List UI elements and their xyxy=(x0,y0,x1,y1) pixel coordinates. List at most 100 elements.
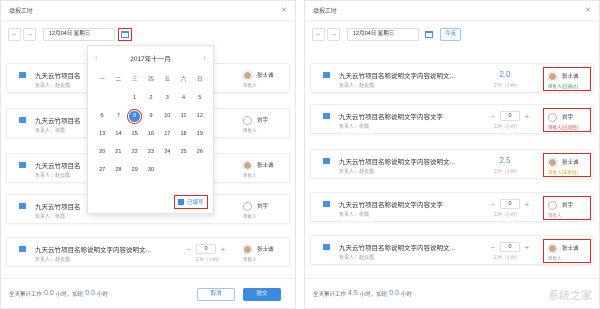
plus-button[interactable]: + xyxy=(523,200,531,209)
next-day-button[interactable]: → xyxy=(327,27,340,41)
minus-button[interactable]: − xyxy=(489,243,497,252)
calendar-day-label: 14 xyxy=(115,131,122,137)
minus-button[interactable]: − xyxy=(489,200,497,209)
calendar-day[interactable]: 22 xyxy=(127,146,143,159)
arrow-right-icon: → xyxy=(26,30,33,38)
task-title: 九天云竹项目名称说明文字内容说明文... xyxy=(339,73,455,80)
dialog-header: 填报工时 × xyxy=(1,1,295,21)
calendar-day[interactable]: 9 xyxy=(143,110,159,123)
calendar-weekday: 四 xyxy=(148,77,154,83)
task-card: 九天云竹项目名称说明文字内容说明文... 负责人：赵云霞 − 0 + 工时（小时… xyxy=(6,237,290,267)
calendar-day[interactable]: 25 xyxy=(175,146,191,159)
calendar-day-label: 7 xyxy=(116,113,120,119)
calendar-day[interactable]: 11 xyxy=(175,110,191,123)
next-month-icon[interactable]: › xyxy=(204,55,206,62)
calendar-day[interactable]: 30 xyxy=(143,164,159,177)
today-button[interactable]: 今天 xyxy=(440,27,462,41)
approver: 刘宇 审批人(已驳回) xyxy=(543,108,591,132)
approver: 张士诚 审批人 xyxy=(239,157,287,181)
calendar-day[interactable]: 26 xyxy=(192,146,208,159)
cancel-button[interactable]: 取消 xyxy=(197,288,235,301)
minus-button[interactable]: − xyxy=(489,112,497,121)
avatar xyxy=(548,72,557,81)
footer-suffix: 小时 xyxy=(401,291,413,298)
hours-input[interactable]: 0 xyxy=(196,244,216,254)
calendar-day[interactable]: 12 xyxy=(192,110,208,123)
calendar-day[interactable]: 24 xyxy=(159,146,175,159)
approver-role: 审批人 xyxy=(243,128,257,133)
calendar-day[interactable]: 21 xyxy=(110,146,126,159)
calendar-day[interactable]: 27 xyxy=(94,164,110,177)
legend-label: 已填写 xyxy=(187,200,204,206)
calendar-day[interactable]: 20 xyxy=(94,146,110,159)
plus-button[interactable]: + xyxy=(523,112,531,121)
date-field[interactable]: 12月04日 星期三 xyxy=(347,27,419,41)
calendar-button[interactable] xyxy=(422,28,436,41)
hours-stepper: − 0 + xyxy=(489,199,531,209)
calendar-header: ‹ 2017年十一月 › xyxy=(88,53,213,64)
calendar-day[interactable]: 13 xyxy=(94,128,110,141)
calendar-day[interactable]: 10 xyxy=(159,110,175,123)
filled-swatch-icon xyxy=(178,199,184,205)
prev-day-button[interactable]: ← xyxy=(312,27,325,41)
plus-button[interactable]: + xyxy=(219,245,227,254)
task-owner: 负责人：赵云霞 xyxy=(339,169,375,175)
calendar-day[interactable]: 2 xyxy=(143,92,159,105)
hours-input[interactable]: 0 xyxy=(500,242,520,252)
calendar-day[interactable]: 6 xyxy=(94,110,110,123)
task-owner: 负责人：赵云霞 xyxy=(339,83,375,89)
calendar-day[interactable]: 28 xyxy=(110,164,126,177)
prev-day-button[interactable]: ← xyxy=(8,27,21,41)
close-icon[interactable]: × xyxy=(585,5,591,16)
calendar-icon xyxy=(121,30,129,38)
prev-month-icon[interactable]: ‹ xyxy=(95,55,97,62)
calendar-day-label: 11 xyxy=(180,113,187,119)
calendar-day-selected[interactable]: 8 xyxy=(127,109,143,124)
submit-button[interactable]: 提交 xyxy=(243,288,281,301)
calendar-day[interactable]: 5 xyxy=(192,92,208,105)
calendar-day-label: 29 xyxy=(131,167,138,173)
calendar-day xyxy=(110,92,126,105)
calendar-button[interactable] xyxy=(118,27,132,41)
calendar-day[interactable]: 29 xyxy=(127,164,143,177)
calendar-day[interactable]: 18 xyxy=(175,128,191,141)
arrow-right-icon: → xyxy=(330,30,337,38)
overtime-value: 0.0 xyxy=(389,290,399,297)
approver-name: 刘宇 xyxy=(562,203,574,209)
approver: 张士诚 审批人(已通过) xyxy=(543,67,591,91)
date-picker-popup: ‹ 2017年十一月 › 一二三四五六日 1 2 3 4 5 6 7 8 9 10 11 12 13 14 1… xyxy=(87,45,214,214)
avatar xyxy=(243,116,252,125)
hours-input[interactable]: 0 xyxy=(500,199,520,209)
calendar-day-label: 17 xyxy=(164,131,171,137)
hours-input[interactable]: 0 xyxy=(500,111,520,121)
calendar-day[interactable]: 15 xyxy=(127,128,143,141)
minus-button[interactable]: − xyxy=(185,245,193,254)
hours-unit: 工时（小时） xyxy=(493,169,520,174)
calendar-day[interactable]: 23 xyxy=(143,146,159,159)
task-card: 九天云竹项目名称说明文字内容说明文... 负责人：赵云霞 2.0 工时（小时） … xyxy=(310,63,594,93)
calendar-day-label: 1 xyxy=(133,95,137,101)
hours-unit: 工时（小时） xyxy=(493,255,520,260)
calendar-day[interactable]: 4 xyxy=(175,92,191,105)
calendar-day[interactable]: 19 xyxy=(192,128,208,141)
calendar-day-label: 3 xyxy=(165,95,169,101)
task-owner: 负责人：张霞 xyxy=(35,128,66,134)
task-owner: 负责人：张霞 xyxy=(35,214,66,220)
calendar-day[interactable]: 17 xyxy=(159,128,175,141)
project-flag-icon xyxy=(19,72,26,78)
calendar-day[interactable]: 14 xyxy=(110,128,126,141)
calendar-day[interactable]: 16 xyxy=(143,128,159,141)
calendar-day[interactable]: 1 xyxy=(127,92,143,105)
project-flag-icon xyxy=(19,203,26,209)
task-card: 九天云竹项目名称说明文字内容说明文... 负责人：赵云霞 − 0 + 工时（小时… xyxy=(310,235,594,265)
calendar-day-label: 6 xyxy=(100,113,104,119)
calendar-day xyxy=(159,164,175,177)
close-icon[interactable]: × xyxy=(281,5,287,16)
calendar-day[interactable]: 3 xyxy=(159,92,175,105)
hours-stepper: − 0 + xyxy=(489,242,531,252)
date-field[interactable]: 12月04日 星期三 xyxy=(43,27,115,41)
plus-button[interactable]: + xyxy=(523,243,531,252)
hours-display: 2.5 xyxy=(489,156,521,165)
calendar-day[interactable]: 7 xyxy=(110,110,126,123)
next-day-button[interactable]: → xyxy=(23,27,36,41)
